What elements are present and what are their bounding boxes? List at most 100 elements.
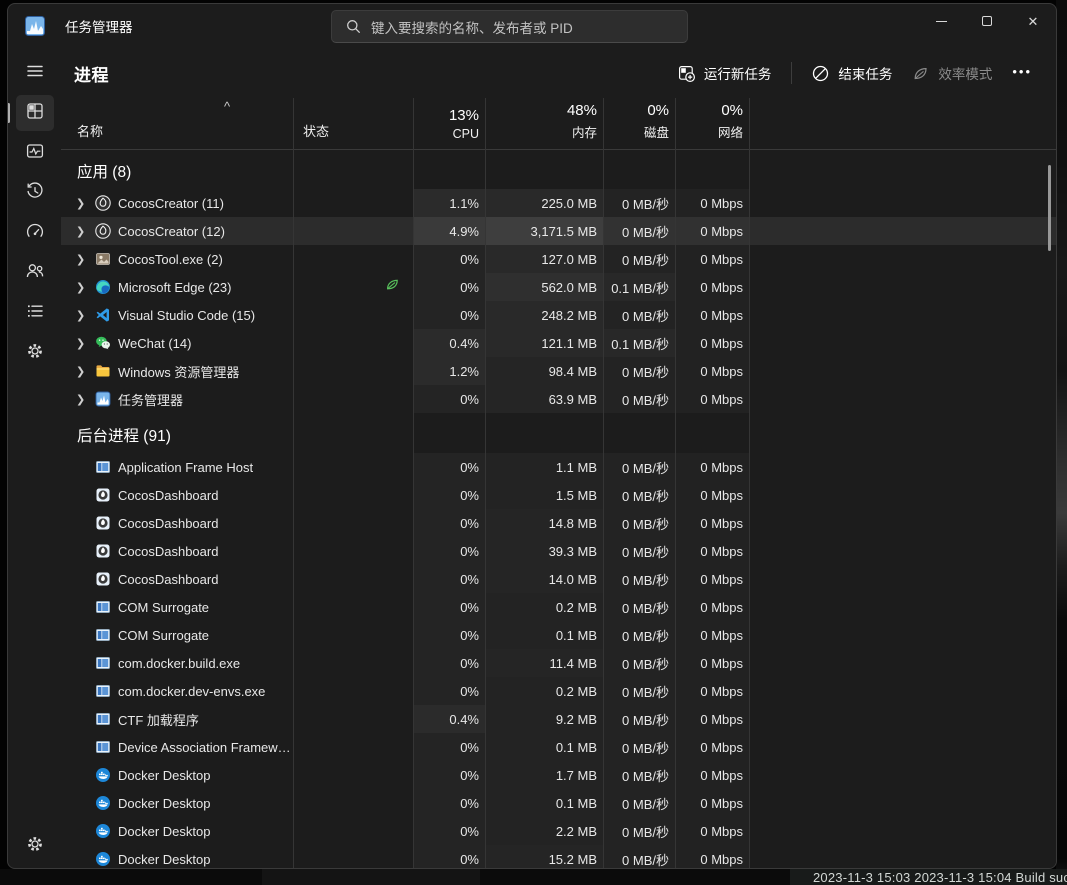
process-row[interactable]: CocosDashboard 0% 14.0 MB 0 MB/秒 0 Mbps (61, 565, 1056, 593)
sidebar-item-startup-apps[interactable] (15, 213, 55, 253)
process-row[interactable]: CocosDashboard 0% 14.8 MB 0 MB/秒 0 Mbps (61, 509, 1056, 537)
column-header-cpu[interactable]: 13% CPU (413, 98, 485, 149)
process-row[interactable]: Docker Desktop 0% 2.2 MB 0 MB/秒 0 Mbps (61, 817, 1056, 845)
process-row[interactable]: ❯ CocosTool.exe (2) 0% 127.0 MB 0 MB/秒 0 Mbps (61, 245, 1056, 273)
sidebar-item-processes[interactable] (8, 95, 54, 131)
process-row[interactable]: Application Frame Host 0% 1.1 MB 0 MB/秒 0 Mb… (61, 453, 1056, 481)
process-name-cell[interactable]: ❯ CocosCreator (11) (61, 189, 293, 217)
titlebar[interactable]: 任务管理器 键入要搜索的名称、发布者或 PID ✕ (8, 4, 1056, 48)
maximize-button[interactable] (964, 4, 1010, 38)
sidebar-item-details[interactable] (15, 293, 55, 333)
row-filler (749, 845, 1056, 868)
sidebar-item-settings[interactable] (15, 826, 55, 866)
run-new-task-button[interactable]: 运行新任务 (668, 57, 782, 89)
process-row[interactable]: com.docker.dev-envs.exe 0% 0.2 MB 0 MB/秒 0 M… (61, 677, 1056, 705)
background-segment (262, 869, 480, 885)
group-header[interactable]: 后台进程 (91) (61, 417, 1056, 453)
process-name: CocosDashboard (118, 487, 219, 503)
expand-chevron-icon[interactable]: ❯ (76, 393, 95, 406)
sidebar-item-services[interactable] (15, 333, 55, 373)
process-name-cell[interactable]: ❯ WeChat (14) (61, 329, 293, 357)
process-row[interactable]: COM Surrogate 0% 0.2 MB 0 MB/秒 0 Mbps (61, 593, 1056, 621)
sidebar-item-menu[interactable] (15, 53, 55, 93)
process-name-cell[interactable]: Docker Desktop (61, 789, 293, 817)
process-row[interactable]: COM Surrogate 0% 0.1 MB 0 MB/秒 0 Mbps (61, 621, 1056, 649)
process-row[interactable]: Docker Desktop 0% 1.7 MB 0 MB/秒 0 Mbps (61, 761, 1056, 789)
process-name-cell[interactable]: Device Association Framew… (61, 733, 293, 761)
column-header-status[interactable]: 状态 (293, 98, 413, 149)
process-name-cell[interactable]: ❯ Windows 资源管理器 (61, 357, 293, 385)
performance-icon (25, 141, 45, 166)
group-header[interactable]: 应用 (8) (61, 153, 1056, 189)
process-row[interactable]: Device Association Framew… 0% 0.1 MB 0 MB/秒… (61, 733, 1056, 761)
process-name-cell[interactable]: CocosDashboard (61, 537, 293, 565)
process-name-cell[interactable]: COM Surrogate (61, 593, 293, 621)
process-name-cell[interactable]: ❯ 任务管理器 (61, 385, 293, 413)
column-header-disk[interactable]: 0% 磁盘 (603, 98, 675, 149)
process-row[interactable]: ❯ Visual Studio Code (15) 0% 248.2 MB 0 MB/秒… (61, 301, 1056, 329)
process-row[interactable]: Docker Desktop 0% 0.1 MB 0 MB/秒 0 Mbps (61, 789, 1056, 817)
sidebar-item-app-history[interactable] (15, 173, 55, 213)
process-name-cell[interactable]: com.docker.build.exe (61, 649, 293, 677)
cpu-value-cell: 0% (413, 677, 485, 705)
process-row[interactable]: ❯ CocosCreator (11) 1.1% 225.0 MB 0 MB/秒 0 Mb… (61, 189, 1056, 217)
process-name-cell[interactable]: Docker Desktop (61, 761, 293, 789)
expand-chevron-icon[interactable]: ❯ (76, 309, 95, 322)
process-row[interactable]: ❯ Microsoft Edge (23) 0% 562.0 MB 0.1 MB/秒 0 … (61, 273, 1056, 301)
column-header-name[interactable]: ^ 名称 (61, 98, 293, 149)
expand-chevron-icon[interactable]: ❯ (76, 197, 95, 210)
process-name-cell[interactable]: CocosDashboard (61, 481, 293, 509)
end-task-button[interactable]: 结束任务 (802, 57, 902, 89)
process-row[interactable]: com.docker.build.exe 0% 11.4 MB 0 MB/秒 0 Mbp… (61, 649, 1056, 677)
process-name-cell[interactable]: ❯ CocosCreator (12) (61, 217, 293, 245)
more-options-button[interactable]: ••• (1002, 58, 1042, 89)
process-row[interactable]: ❯ WeChat (14) 0.4% 121.1 MB 0.1 MB/秒 0 Mbps (61, 329, 1056, 357)
close-button[interactable]: ✕ (1010, 4, 1056, 38)
search-icon (347, 20, 360, 33)
expand-chevron-icon[interactable]: ❯ (76, 365, 95, 378)
vertical-scrollbar[interactable] (1048, 165, 1051, 251)
status-cell (293, 649, 413, 677)
process-row[interactable]: CocosDashboard 0% 39.3 MB 0 MB/秒 0 Mbps (61, 537, 1056, 565)
net-value-cell: 0 Mbps (675, 705, 749, 733)
window-icon (95, 711, 111, 727)
sidebar-item-performance[interactable] (15, 133, 55, 173)
mem-value-cell: 0.2 MB (485, 677, 603, 705)
process-name-cell[interactable]: com.docker.dev-envs.exe (61, 677, 293, 705)
process-row[interactable]: ❯ Windows 资源管理器 1.2% 98.4 MB 0 MB/秒 0 Mbps (61, 357, 1056, 385)
process-name-cell[interactable]: Docker Desktop (61, 817, 293, 845)
process-name-cell[interactable]: ❯ Microsoft Edge (23) (61, 273, 293, 301)
process-name-cell[interactable]: ❯ CocosTool.exe (2) (61, 245, 293, 273)
minimize-button[interactable] (918, 4, 964, 38)
process-name-cell[interactable]: Docker Desktop (61, 845, 293, 868)
search-input[interactable]: 键入要搜索的名称、发布者或 PID (331, 10, 688, 43)
process-name-cell[interactable]: CocosDashboard (61, 509, 293, 537)
efficiency-mode-button[interactable]: 效率模式 (902, 57, 1002, 89)
column-header-memory[interactable]: 48% 内存 (485, 98, 603, 149)
process-row[interactable]: ❯ CocosCreator (12) 4.9% 3,171.5 MB 0 MB/秒 0 … (61, 217, 1056, 245)
cocos-small-icon (95, 571, 111, 587)
expand-chevron-icon[interactable]: ❯ (76, 281, 95, 294)
minimize-icon (935, 20, 947, 22)
memory-total-percent: 48% (566, 102, 597, 119)
process-name-cell[interactable]: ❯ Visual Studio Code (15) (61, 301, 293, 329)
process-name-cell[interactable]: CocosDashboard (61, 565, 293, 593)
process-name-cell[interactable]: Application Frame Host (61, 453, 293, 481)
row-filler (749, 385, 1056, 413)
process-name-cell[interactable]: COM Surrogate (61, 621, 293, 649)
process-name: COM Surrogate (118, 627, 210, 643)
process-row[interactable]: Docker Desktop 0% 15.2 MB 0 MB/秒 0 Mbps (61, 845, 1056, 868)
expand-chevron-icon[interactable]: ❯ (76, 225, 95, 238)
expand-chevron-icon[interactable]: ❯ (76, 337, 95, 350)
expand-chevron-icon[interactable]: ❯ (76, 253, 95, 266)
sidebar-item-users[interactable] (15, 253, 55, 293)
column-header-network[interactable]: 0% 网络 (675, 98, 749, 149)
process-row[interactable]: CTF 加载程序 0.4% 9.2 MB 0 MB/秒 0 Mbps (61, 705, 1056, 733)
cpu-value-cell: 0% (413, 245, 485, 273)
process-row[interactable]: CocosDashboard 0% 1.5 MB 0 MB/秒 0 Mbps (61, 481, 1056, 509)
process-name-cell[interactable]: CTF 加载程序 (61, 705, 293, 733)
efficiency-leaf-icon (914, 67, 927, 79)
users-icon (25, 261, 45, 286)
process-row[interactable]: ❯ 任务管理器 0% 63.9 MB 0 MB/秒 0 Mbps (61, 385, 1056, 413)
net-value-cell: 0 Mbps (675, 649, 749, 677)
